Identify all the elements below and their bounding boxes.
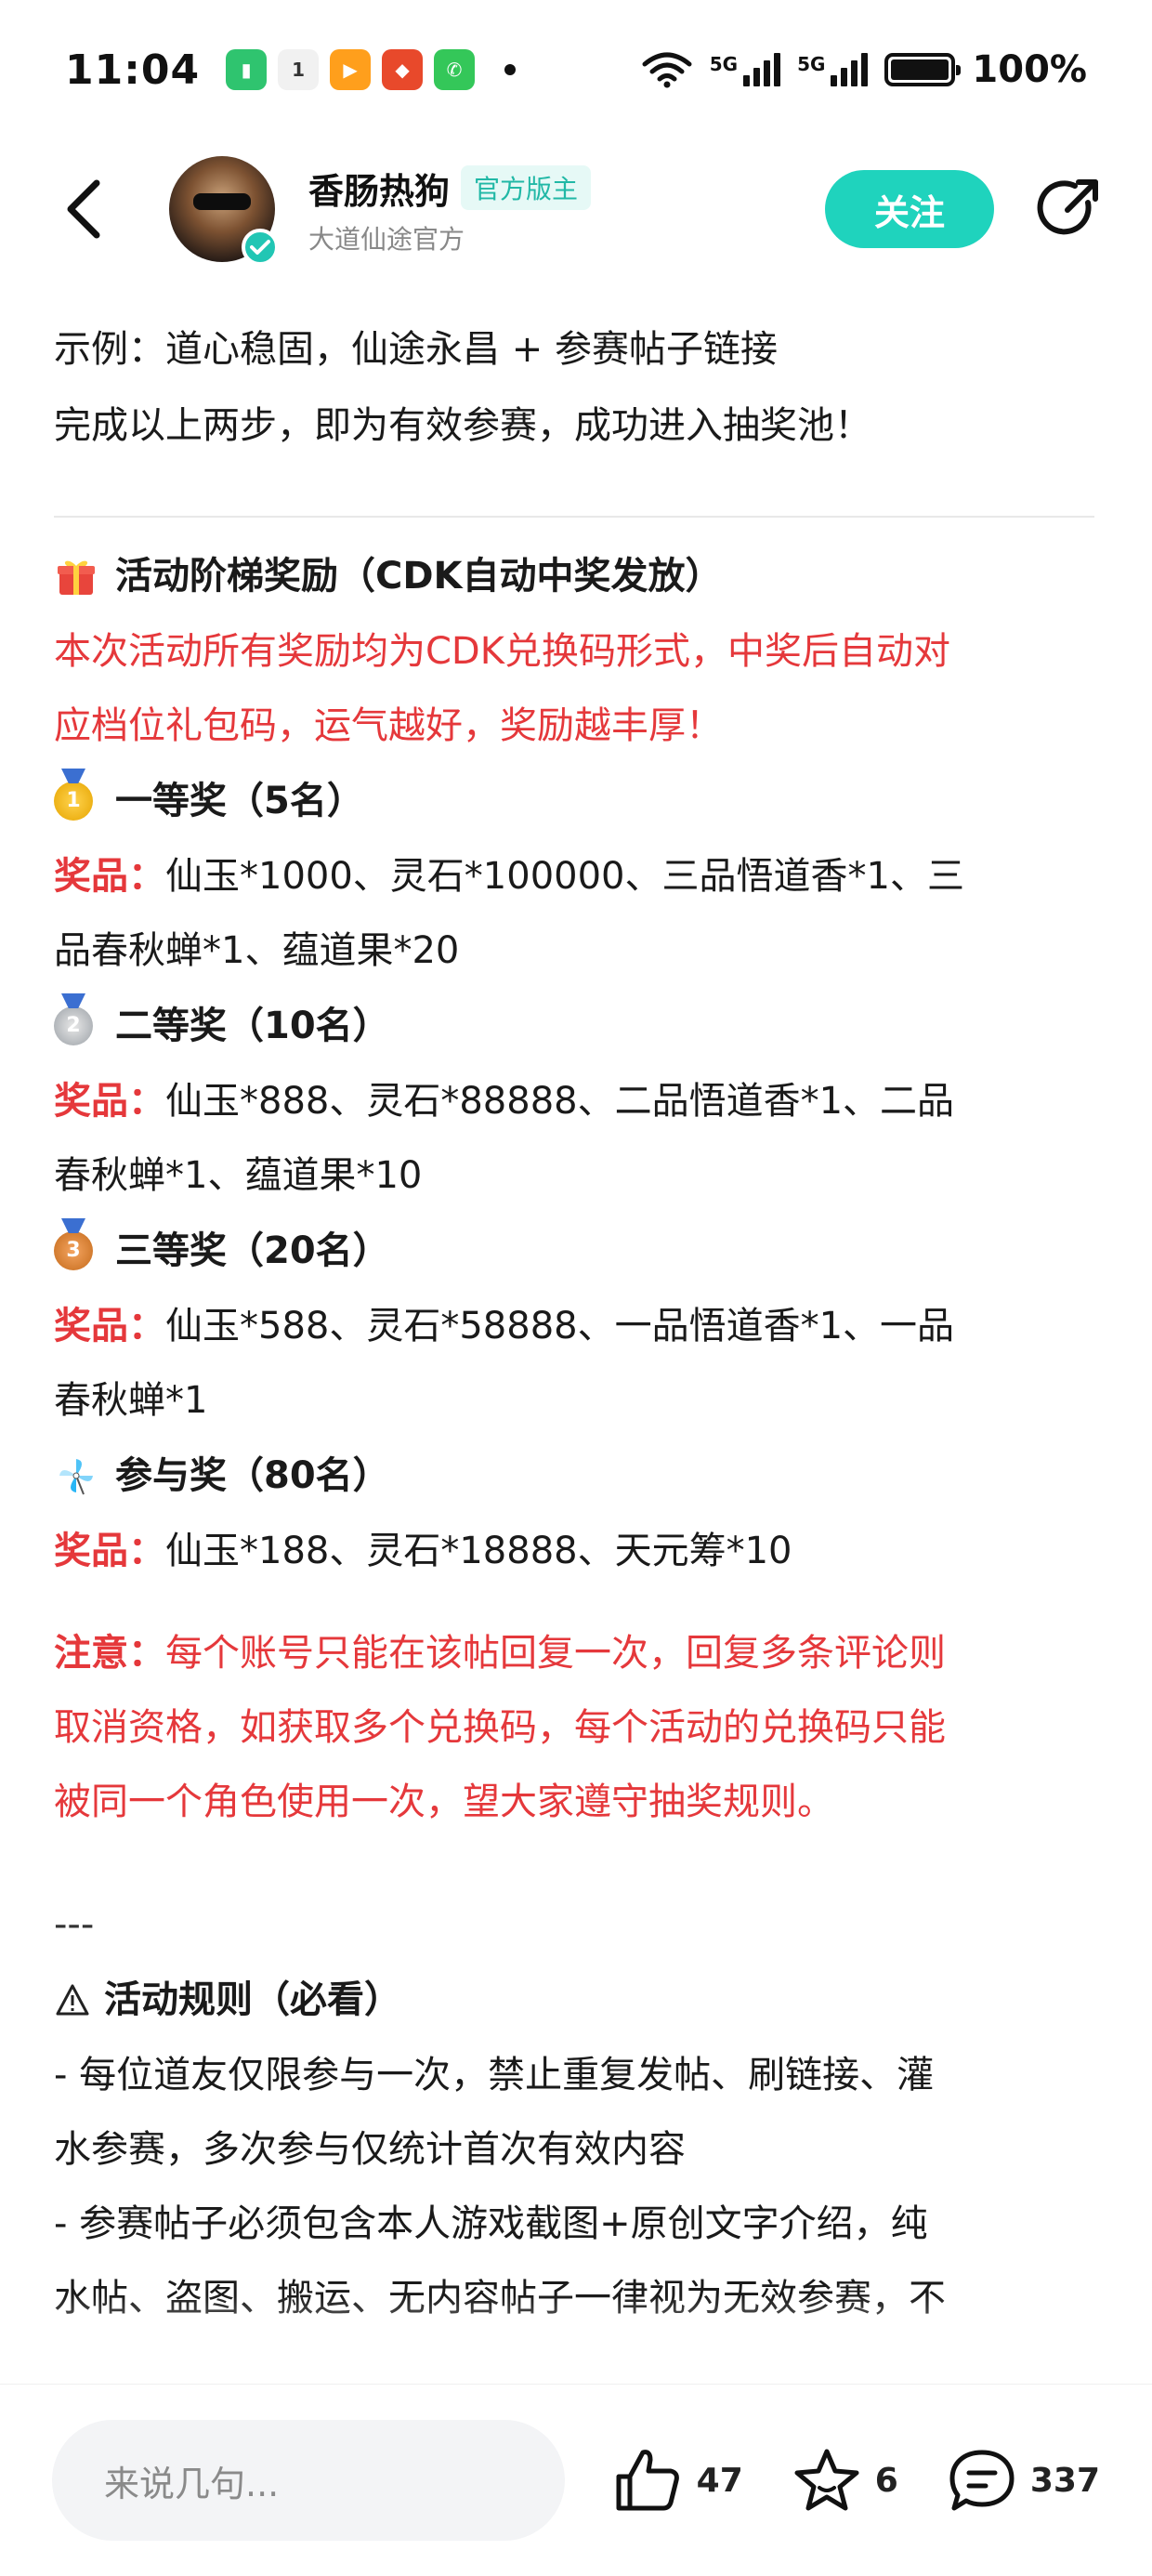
first-prize-heading: 1 一等奖（5名） [54,763,1098,839]
third-prize-items-1: 仙玉*588、灵石*58888、一品悟道香*1、一品 [165,1305,955,1347]
first-prize-line-1: 奖品：仙玉*1000、灵石*100000、三品悟道香*1、三 [54,839,1098,913]
note-line-3: 被同一个角色使用一次，望大家遵守抽奖规则。 [54,1781,834,1823]
prize-label: 奖品： [54,855,165,898]
rules-heading-text: 活动规则（必看） [104,1978,401,2021]
like-button[interactable]: 47 [613,2447,743,2514]
second-prize-items-1: 仙玉*888、灵石*88888、二品悟道香*1、二品 [165,1080,955,1123]
comment-input[interactable]: 来说几句... [52,2420,565,2541]
comments-button[interactable]: 337 [947,2447,1100,2514]
comment-bubble-icon [949,2450,1015,2511]
prize-label: 奖品： [54,1080,165,1123]
participation-prize-items: 仙玉*188、灵石*18888、天元筹*10 [165,1530,792,1572]
post-content[interactable]: 【自定义修仙短句】+ 帖子链接 示例：道心稳固，仙途永昌 + 参赛帖子链接 完成… [0,256,1152,2384]
favorite-button[interactable]: 6 [792,2447,898,2514]
game-app-icon: ◆ [382,49,424,90]
first-prize-title: 一等奖（5名） [115,780,364,822]
rule-1-line-2: 水参赛，多次参与仅统计首次有效内容 [54,2128,686,2171]
third-prize-heading: 3 三等奖（20名） [54,1213,1098,1289]
author-name[interactable]: 香肠热狗 [308,163,450,214]
note-line-1: 注意：每个账号只能在该帖回复一次，回复多条评论则 [54,1616,1098,1690]
favorite-count: 6 [874,2461,898,2500]
note-line-2: 取消资格，如获取多个兑换码，每个活动的兑换码只能 [54,1706,946,1749]
note-label: 注意： [54,1632,165,1675]
author-avatar[interactable] [169,156,279,266]
note-text-1: 每个账号只能在该帖回复一次，回复多条评论则 [165,1632,946,1675]
network-type-1: 5G [709,53,739,75]
third-prize-line-2: 春秋蝉*1 [54,1379,208,1422]
pinwheel-icon [54,1455,98,1496]
like-count: 47 [696,2461,743,2500]
cellular-signal-2-icon: 5G [797,53,869,86]
rewards-heading: 活动阶梯奖励（CDK自动中奖发放） [54,538,1098,614]
third-prize-title: 三等奖（20名） [115,1229,390,1272]
status-bar: 11:04 ▮ 1 ▶ ◆ ✆ 5G 5G 100% [0,0,1152,139]
second-prize-heading: 2 二等奖（10名） [54,988,1098,1064]
star-icon [794,2449,859,2511]
prize-label: 奖品： [54,1305,165,1347]
rule-2-line-1: - 参赛帖子必须包含本人游戏截图+原创文字介绍，纯 [54,2202,928,2245]
wifi-icon [642,52,692,88]
gift-icon [54,556,98,597]
first-prize-line-2: 品春秋蝉*1、蕴道果*20 [54,929,460,972]
notification-icons: ▮ 1 ▶ ◆ ✆ [226,49,517,90]
video-app-icon: ▶ [330,49,372,90]
share-button[interactable] [1031,172,1106,246]
battery-app-icon: ▮ [226,49,268,90]
cellular-signal-1-icon: 5G [709,53,781,86]
rewards-intro-2: 应档位礼包码，运气越好，奖励越丰厚！ [54,704,723,747]
participation-prize-heading: 参与奖（80名） [54,1438,1098,1514]
gold-medal-icon: 1 [54,782,93,821]
share-icon [1037,179,1098,235]
post-header: 香肠热狗 官方版主 大道仙途官方 关注 [0,139,1152,279]
participation-prize-line-1: 奖品：仙玉*188、灵石*18888、天元筹*10 [54,1514,1098,1588]
rule-1-line-1: - 每位道友仅限参与一次，禁止重复发帖、刷链接、灌 [54,2054,935,2096]
complete-line: 完成以上两步，即为有效参赛，成功进入抽奖池！ [54,404,871,447]
official-moderator-badge: 官方版主 [461,165,592,210]
author-info: 香肠热狗 官方版主 大道仙途官方 [308,163,592,256]
more-notifications-dot [504,64,517,75]
status-right: 5G 5G 100% [641,48,1087,91]
network-type-2: 5G [797,53,826,75]
status-time: 11:04 [65,46,201,94]
example-line: 示例：道心稳固，仙途永昌 + 参赛帖子链接 [54,328,778,371]
silver-medal-icon: 2 [54,1006,93,1045]
battery-icon [884,53,962,86]
prize-label: 奖品： [54,1530,165,1572]
comment-count: 337 [1029,2461,1100,2500]
second-prize-line-2: 春秋蝉*1、蕴道果*10 [54,1154,423,1197]
rewards-intro-1: 本次活动所有奖励均为CDK兑换码形式，中奖后自动对 [54,630,950,673]
thumbs-up-icon [616,2450,679,2511]
follow-button[interactable]: 关注 [825,170,994,248]
phone-app-icon: ✆ [434,49,476,90]
author-subtitle: 大道仙途官方 [308,223,465,255]
rewards-heading-text: 活动阶梯奖励（CDK自动中奖发放） [115,555,723,598]
separator-text: --- [54,1903,95,1946]
battery-percent: 100% [972,48,1087,91]
participation-prize-title: 参与奖（80名） [115,1454,390,1497]
warning-icon [54,1984,91,2016]
back-button[interactable] [46,172,121,246]
calendar-app-icon: 1 [278,49,320,90]
second-prize-line-1: 奖品：仙玉*888、灵石*88888、二品悟道香*1、二品 [54,1064,1098,1138]
chevron-left-icon [67,179,100,239]
content-fade [0,2295,1152,2388]
bronze-medal-icon: 3 [54,1231,93,1270]
bottom-action-bar: 来说几句... 47 6 337 [0,2384,1152,2576]
second-prize-title: 二等奖（10名） [115,1005,390,1047]
rules-heading: 活动规则（必看） [54,1962,1098,2038]
post-detail-screen: 11:04 ▮ 1 ▶ ◆ ✆ 5G 5G 100% 示例：道心稳固，仙途永昌 … [0,0,1152,2576]
third-prize-line-1: 奖品：仙玉*588、灵石*58888、一品悟道香*1、一品 [54,1289,1098,1363]
first-prize-items-1: 仙玉*1000、灵石*100000、三品悟道香*1、三 [165,855,964,898]
verified-icon [242,229,279,266]
section-divider [54,516,1094,518]
